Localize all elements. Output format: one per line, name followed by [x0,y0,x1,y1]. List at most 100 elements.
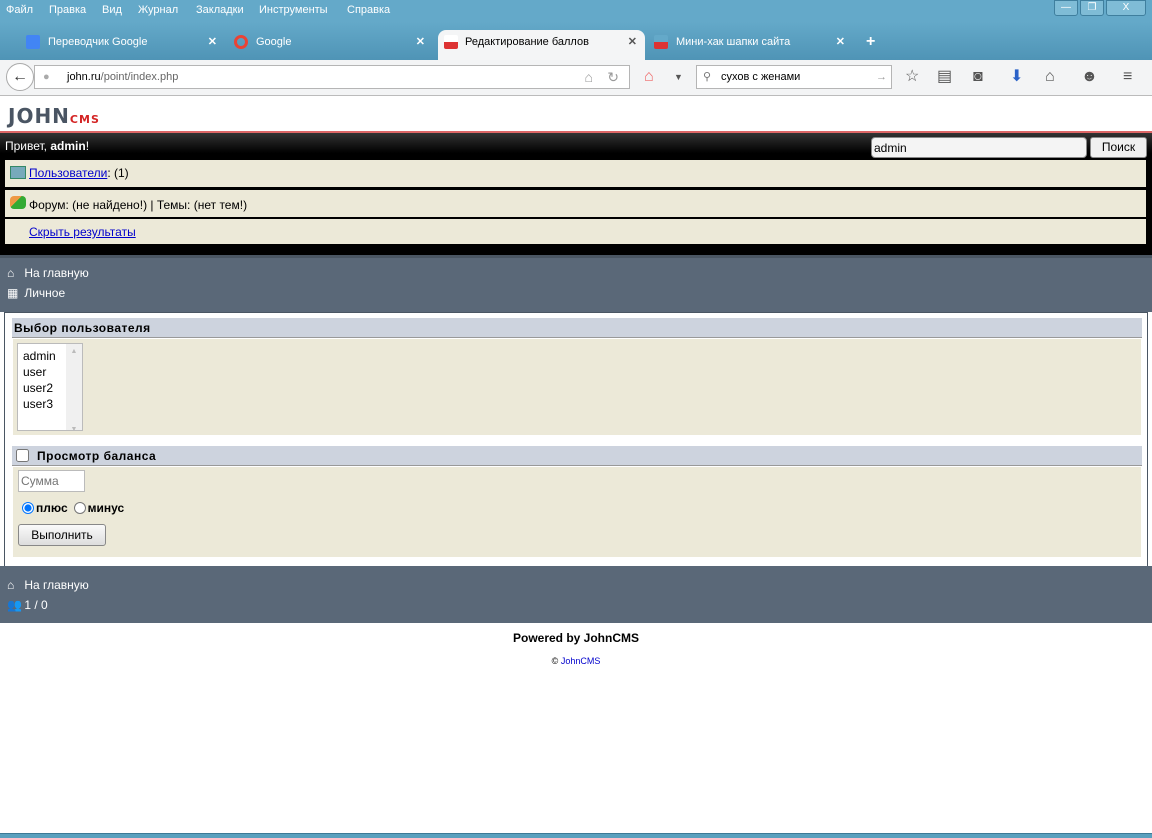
download-icon[interactable]: ⬇ [1010,68,1023,86]
logo-suffix: CMS [69,113,100,126]
tab-bar: Переводчик Google ✕ Google ✕ Редактировани… [0,22,1152,60]
greeting-suffix: ! [85,139,90,153]
close-tab-icon[interactable]: ✕ [208,30,217,54]
nav-home[interactable]: ⌂ На главную [7,266,89,280]
taskbar [0,833,1152,838]
greeting-prefix: Привет, [5,139,51,153]
copyright: © JohnCMS [0,656,1152,666]
hide-results-link[interactable]: Скрыть результаты [29,225,136,239]
close-window-button[interactable]: X [1106,0,1146,16]
tab-title: Мини-хак шапки сайта [676,36,791,48]
johncms-icon [444,35,458,49]
execute-button[interactable]: Выполнить [18,524,106,546]
search-value: сухов с женами [721,71,801,83]
home-colorful-icon[interactable]: ⌂ [644,68,654,86]
home-icon[interactable]: ⌂ [1045,68,1055,86]
menu-help[interactable]: Справка [347,4,390,16]
form-panel: Выбор пользователя admin user user2 user… [4,312,1148,567]
tab-minihack[interactable]: Мини-хак шапки сайта ✕ [648,30,853,60]
greeting: Привет, admin! [5,139,89,153]
tab-title: Переводчик Google [48,36,148,48]
nav-home-label: На главную [24,266,89,280]
users-icon: 👥 [7,598,22,612]
sum-input[interactable] [18,470,85,492]
menu-file[interactable]: Файл [6,4,33,16]
powered-by: Powered by JohnCMS [512,631,640,645]
minus-label: минус [87,501,125,515]
new-tab-button[interactable]: + [860,30,875,60]
back-button[interactable]: ← [6,63,34,91]
result-forum: Форум: (не найдено!) | Темы: (нет тем!) [5,190,1146,217]
google-icon [234,35,248,49]
tab-edit-points[interactable]: Редактирование баллов ✕ [438,30,645,60]
menu-history[interactable]: Журнал [138,4,178,16]
google-translate-icon [26,35,40,49]
menu-view[interactable]: Вид [102,4,122,16]
forum-users-icon [10,196,26,209]
restore-button[interactable]: ❐ [1080,0,1104,16]
menu-bookmarks[interactable]: Закладки [196,4,244,16]
nav-bar: ← ● john.ru/point/index.php ⌂ ↻ ⌂ ▼ ⚲ сухо… [0,60,1152,96]
search-bar[interactable]: ⚲ сухов с женами → [696,65,892,89]
url-host: john.ru [67,71,101,83]
tab-translate[interactable]: Переводчик Google ✕ [20,30,225,60]
user-listbox[interactable]: admin user user2 user3 ▲ ▼ [17,343,83,433]
bookmark-star-icon[interactable]: ☆ [905,68,919,86]
plus-radio[interactable] [22,502,34,514]
tab-title: Google [256,36,292,48]
close-tab-icon[interactable]: ✕ [628,30,637,54]
bottom-nav: ⌂ На главную 👥 1 / 0 [0,566,1152,623]
nav-home-label: На главную [24,578,89,592]
globe-icon: ● [43,71,50,83]
users-link[interactable]: Пользователи [29,166,107,180]
balance-body: плюс минус Выполнить [12,466,1142,558]
users-card-icon [10,166,26,179]
site-search-input[interactable] [871,137,1087,158]
balance-label: Просмотр баланса [37,449,157,463]
hello-icon[interactable]: ☻ [1081,68,1098,86]
search-icon: ⚲ [703,71,712,83]
balance-checkbox[interactable] [16,449,29,462]
online-count: 1 / 0 [24,598,48,612]
select-user-header: Выбор пользователя [12,318,1142,338]
site-search-button[interactable]: Поиск [1090,137,1147,158]
close-tab-icon[interactable]: ✕ [836,30,845,54]
menu-tools[interactable]: Инструменты [259,4,328,16]
minimize-button[interactable]: — [1054,0,1078,16]
reload-icon[interactable]: ↻ [607,66,619,88]
listbox-scrollbar[interactable]: ▲ ▼ [66,344,82,433]
plus-label: плюс [36,501,68,515]
tab-title: Редактирование баллов [465,36,589,48]
forum-result: Форум: (не найдено!) | Темы: (нет тем!) [29,198,248,212]
johncms-link[interactable]: JohnCMS [561,656,601,666]
nav-personal-label: Личное [24,286,66,300]
url-bar[interactable]: ● john.ru/point/index.php ⌂ ↻ [34,65,630,89]
bookmarks-list-icon[interactable]: ▤ [937,68,952,86]
dropdown-icon[interactable]: ▼ [674,68,683,86]
close-tab-icon[interactable]: ✕ [416,30,425,54]
result-users: Пользователи: (1) [5,160,1146,187]
go-arrow-icon[interactable]: → [876,66,887,88]
nav-home-bottom[interactable]: ⌂ На главную [7,578,89,592]
username: admin [50,139,86,153]
url-path: /point/index.php [100,71,179,83]
top-nav: ⌂ На главную ▦ Личное [0,255,1152,312]
johncms-icon [654,35,668,49]
result-hide: Скрыть результаты [5,219,1146,244]
balance-header: Просмотр баланса [12,446,1142,466]
menu-bar: Файл Правка Вид Журнал Закладки Инструме… [0,0,1152,22]
menu-hamburger-icon[interactable]: ≡ [1123,68,1132,86]
select-user-body: admin user user2 user3 ▲ ▼ [12,338,1142,436]
grid-icon: ▦ [7,286,19,300]
tab-google[interactable]: Google ✕ [228,30,433,60]
pocket-icon[interactable]: ◙ [973,68,983,86]
home-icon: ⌂ [7,266,15,280]
minus-radio[interactable] [73,502,86,514]
copyright-symbol: © [551,656,559,666]
johncms-logo[interactable]: JOHNCMS [8,104,100,128]
home-page-icon[interactable]: ⌂ [585,66,593,88]
menu-edit[interactable]: Правка [49,4,86,16]
online-counter[interactable]: 👥 1 / 0 [7,598,48,612]
users-count: : (1) [107,166,129,180]
nav-personal[interactable]: ▦ Личное [7,286,65,300]
